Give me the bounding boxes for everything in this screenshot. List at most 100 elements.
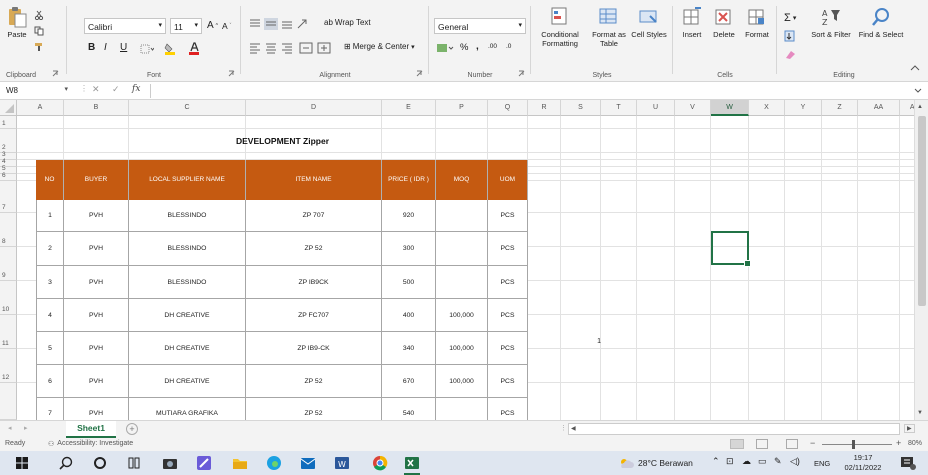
column-header-p[interactable]: P (436, 100, 488, 116)
mail-icon[interactable] (300, 455, 316, 471)
table-cell-no[interactable]: 4 (36, 299, 64, 332)
clock[interactable]: 19:17 02/11/2022 (838, 453, 888, 473)
table-cell-buyer[interactable]: PVH (64, 299, 129, 332)
row-header-7[interactable]: 7 (0, 181, 17, 213)
table-cell-uom[interactable]: PCS (488, 266, 528, 299)
table-cell-uom[interactable]: PCS (488, 232, 528, 266)
table-cell-uom[interactable]: PCS (488, 200, 528, 232)
table-cell-uom[interactable]: PCS (488, 398, 528, 420)
cortana-icon[interactable] (92, 455, 108, 471)
column-header-r[interactable]: R (528, 100, 561, 116)
row-header-6[interactable]: 6 (0, 172, 17, 181)
prev-sheet-icon[interactable]: ◂ (8, 424, 12, 432)
clear-icon[interactable] (784, 48, 798, 60)
comma-button[interactable]: , (476, 41, 479, 52)
table-cell-supplier[interactable]: BLESSINDO (129, 200, 246, 232)
edge-browser-icon[interactable] (266, 455, 282, 471)
table-cell-buyer[interactable]: PVH (64, 232, 129, 266)
format-painter-icon[interactable] (34, 42, 44, 52)
table-cell-buyer[interactable]: PVH (64, 332, 129, 365)
table-cell-price[interactable]: 920 (382, 200, 436, 232)
scroll-right-icon[interactable]: ▶ (904, 424, 915, 433)
borders-icon[interactable] (140, 44, 154, 54)
table-cell-no[interactable]: 7 (36, 398, 64, 420)
row-header-11[interactable]: 11 (0, 315, 17, 349)
autosum-button[interactable]: Σ ▾ (784, 12, 796, 24)
column-header-v[interactable]: V (675, 100, 711, 116)
table-cell-item[interactable]: ZP 52 (246, 398, 382, 420)
fill-color-icon[interactable] (164, 42, 180, 55)
fill-icon[interactable] (784, 30, 798, 42)
table-cell-moq[interactable]: 100,000 (436, 332, 488, 365)
underline-button[interactable]: U (120, 42, 127, 53)
table-header-item[interactable]: ITEM NAME (246, 160, 382, 200)
add-sheet-button[interactable]: + (126, 423, 138, 435)
column-header-aa[interactable]: AA (858, 100, 900, 116)
zoom-slider[interactable] (822, 444, 892, 445)
enter-icon[interactable]: ✓ (112, 84, 120, 95)
table-cell-uom[interactable]: PCS (488, 365, 528, 398)
excel-app-icon[interactable] (404, 455, 420, 471)
column-header-b[interactable]: B (64, 100, 129, 116)
sheet-title[interactable]: DEVELOPMENT Zipper (129, 136, 436, 146)
table-cell-item[interactable]: ZP IB9CK (246, 266, 382, 299)
paste-button[interactable]: Paste (2, 6, 32, 39)
table-cell-item[interactable]: ZP FC707 (246, 299, 382, 332)
zoom-in-icon[interactable]: + (896, 438, 901, 448)
page-break-icon[interactable] (786, 439, 798, 449)
column-header-x[interactable]: X (749, 100, 785, 116)
bold-button[interactable]: B (88, 42, 95, 53)
accessibility-status[interactable]: ⚇ Accessibility: Investigate (48, 440, 133, 448)
table-cell-price[interactable]: 400 (382, 299, 436, 332)
column-header-ab[interactable]: AB (900, 100, 914, 116)
column-header-c[interactable]: C (129, 100, 246, 116)
wrap-text-button[interactable]: ab Wrap Text (324, 18, 371, 27)
table-cell-uom[interactable]: PCS (488, 299, 528, 332)
cell-styles-button[interactable]: Cell Styles (630, 6, 668, 39)
table-cell-moq[interactable]: 100,000 (436, 365, 488, 398)
horizontal-scrollbar[interactable]: ◀ (568, 423, 900, 435)
page-layout-icon[interactable] (756, 439, 768, 449)
table-cell-supplier[interactable]: DH CREATIVE (129, 299, 246, 332)
camera-app-icon[interactable] (162, 455, 178, 471)
table-cell-supplier[interactable]: DH CREATIVE (129, 365, 246, 398)
italic-button[interactable]: I (104, 42, 107, 53)
table-cell-price[interactable]: 340 (382, 332, 436, 365)
table-header-supplier[interactable]: LOCAL SUPPLIER NAME (129, 160, 246, 200)
tab-sheet1[interactable]: Sheet1 (66, 421, 116, 438)
network-icon[interactable]: ⊡ (726, 456, 734, 467)
notifications-icon[interactable] (900, 456, 916, 470)
zoom-level[interactable]: 80% (908, 440, 922, 447)
column-header-t[interactable]: T (601, 100, 637, 116)
table-cell-no[interactable]: 3 (36, 266, 64, 299)
table-cell-supplier[interactable]: BLESSINDO (129, 266, 246, 299)
table-cell-item[interactable]: ZP IB9-CK (246, 332, 382, 365)
next-sheet-icon[interactable]: ▸ (24, 424, 28, 432)
onedrive-icon[interactable]: ☁ (742, 456, 751, 467)
table-cell-moq[interactable] (436, 266, 488, 299)
chrome-browser-icon[interactable] (372, 455, 388, 471)
cancel-icon[interactable]: ✕ (92, 84, 100, 95)
select-all-corner[interactable] (0, 100, 17, 116)
table-cell-price[interactable]: 670 (382, 365, 436, 398)
formula-input[interactable] (154, 84, 904, 98)
weather-icon[interactable] (618, 457, 634, 469)
row-header-9[interactable]: 9 (0, 247, 17, 281)
font-color-icon[interactable] (188, 42, 204, 55)
tab-split-dots[interactable]: ⋮ (560, 424, 567, 432)
column-header-s[interactable]: S (561, 100, 601, 116)
photo-editor-icon[interactable] (196, 455, 212, 471)
percent-button[interactable]: % (460, 42, 468, 53)
name-box[interactable]: W8 ▾ (4, 84, 70, 98)
delete-button[interactable]: Delete (708, 6, 740, 39)
vertical-scrollbar[interactable]: ▲ ▼ (914, 100, 928, 420)
table-cell-buyer[interactable]: PVH (64, 200, 129, 232)
table-cell-uom[interactable]: PCS (488, 332, 528, 365)
find-select-button[interactable]: Find & Select (858, 6, 904, 39)
table-cell-price[interactable]: 300 (382, 232, 436, 266)
row-header-12[interactable]: 12 (0, 349, 17, 383)
scroll-down-icon[interactable]: ▼ (917, 410, 923, 416)
language-indicator[interactable]: ENG (814, 459, 830, 468)
scroll-left-icon[interactable]: ◀ (571, 425, 576, 432)
column-header-d[interactable]: D (246, 100, 382, 116)
